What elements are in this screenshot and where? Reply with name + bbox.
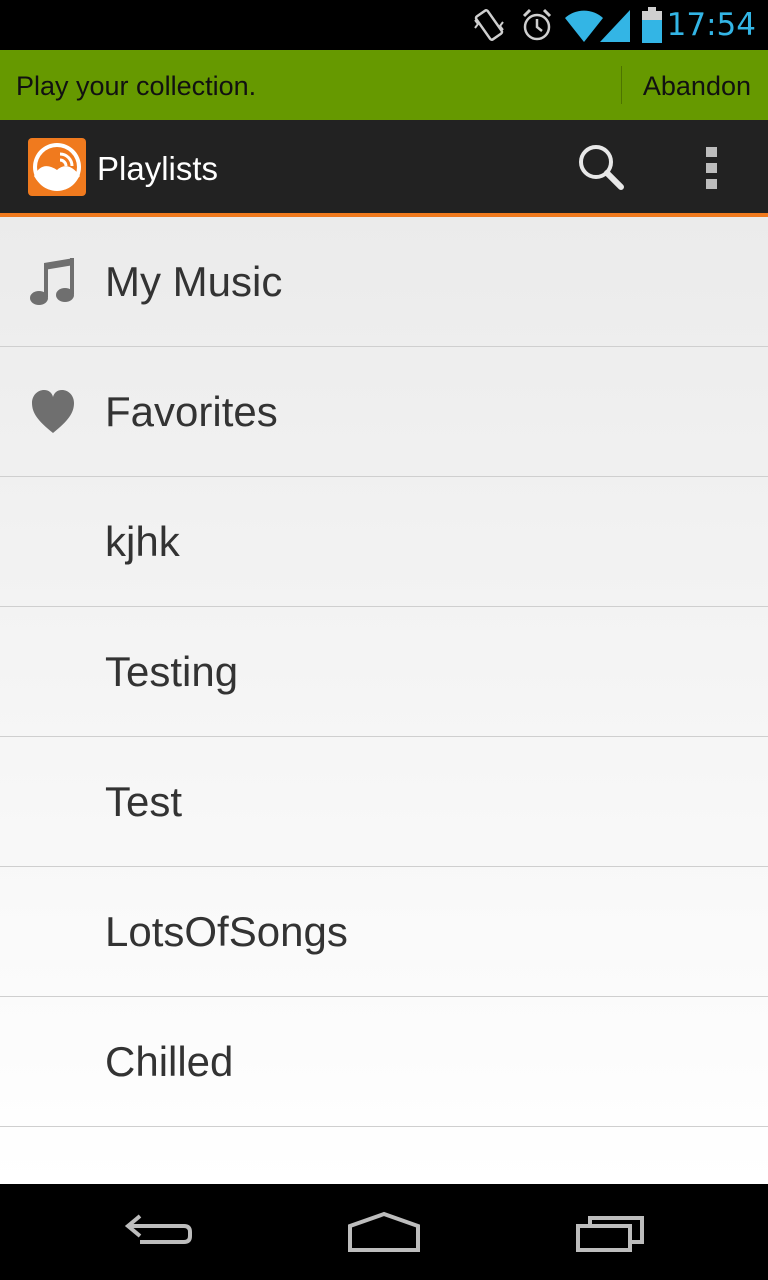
back-icon[interactable] xyxy=(122,1208,196,1256)
playlist-item-chilled[interactable]: Chilled xyxy=(0,997,768,1127)
playlist-list: My Music Favorites kjhk Testing Test Lot… xyxy=(0,217,768,1184)
playlist-label: My Music xyxy=(105,258,283,305)
search-icon[interactable] xyxy=(574,140,628,194)
playlist-label: Test xyxy=(105,778,183,825)
playlist-item-my-music[interactable]: My Music xyxy=(0,217,768,347)
status-time: 17:54 xyxy=(666,7,756,43)
playlist-item-lotsofsongs[interactable]: LotsOfSongs xyxy=(0,867,768,997)
playlist-item-test[interactable]: Test xyxy=(0,737,768,867)
playlist-label: LotsOfSongs xyxy=(105,908,348,955)
playlist-item-kjhk[interactable]: kjhk xyxy=(0,477,768,607)
recent-apps-icon[interactable] xyxy=(572,1208,648,1256)
playlist-item-testing[interactable]: Testing xyxy=(0,607,768,737)
vibrate-icon xyxy=(474,9,504,41)
screen: 17:54 Play your collection. Abandon Play… xyxy=(0,0,768,1280)
playlist-label: Testing xyxy=(105,648,239,695)
heart-icon xyxy=(32,390,74,433)
banner-divider xyxy=(621,66,622,104)
abandon-button[interactable]: Abandon xyxy=(643,50,751,122)
signal-icon xyxy=(600,10,630,42)
playlist-label: Favorites xyxy=(105,388,278,435)
page-title: Playlists xyxy=(97,150,219,187)
app-logo-icon[interactable] xyxy=(28,138,86,196)
overflow-menu-icon[interactable] xyxy=(690,140,734,194)
playlist-item-favorites[interactable]: Favorites xyxy=(0,347,768,477)
music-note-icon xyxy=(30,258,74,305)
home-icon[interactable] xyxy=(344,1208,424,1256)
battery-icon xyxy=(642,7,662,43)
banner: Play your collection. Abandon xyxy=(0,50,768,120)
banner-message: Play your collection. xyxy=(16,71,257,101)
playlist-label: kjhk xyxy=(105,518,180,565)
playlist-label: Chilled xyxy=(105,1038,234,1085)
alarm-icon xyxy=(522,8,552,41)
status-bar: 17:54 xyxy=(0,0,768,50)
